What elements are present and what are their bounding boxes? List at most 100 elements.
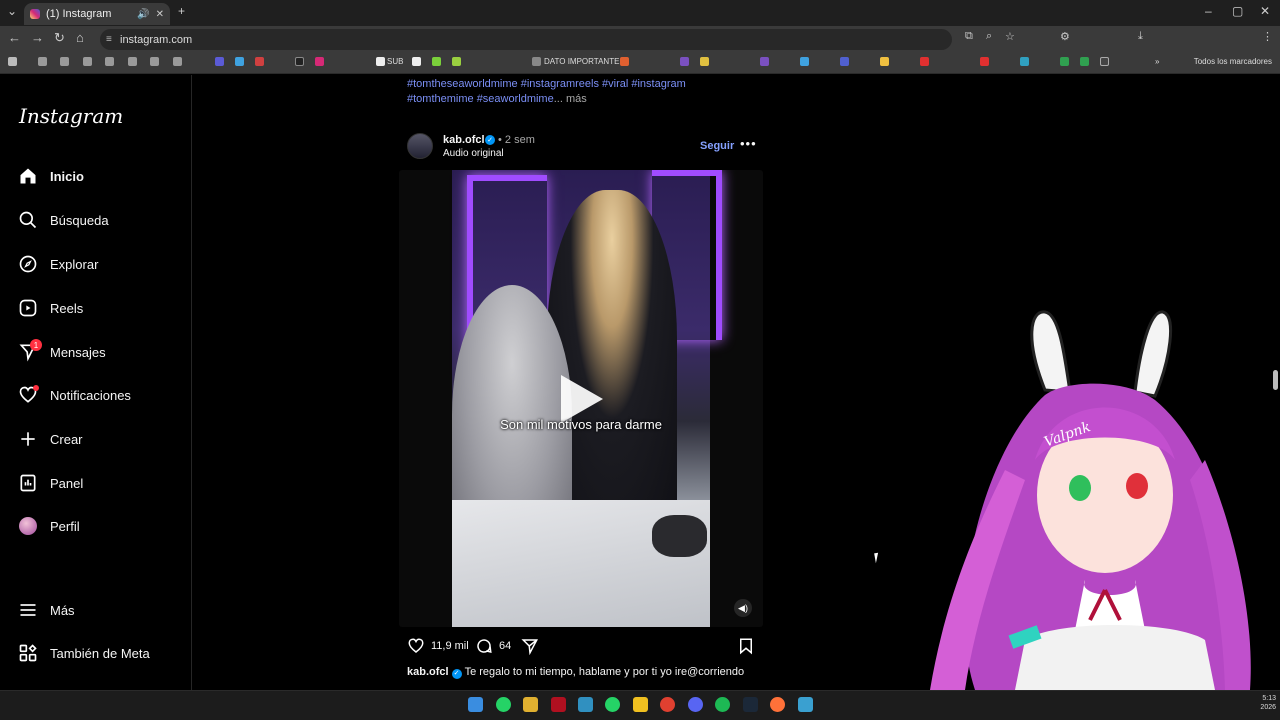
bookmark-icon[interactable] [800,57,809,66]
bookmark-folder-icon[interactable] [83,57,92,66]
close-tab-icon[interactable]: ✕ [156,9,164,20]
bookmark-icon[interactable] [980,57,989,66]
bookmark-folder-icon[interactable] [173,57,182,66]
app-icon[interactable] [578,697,593,712]
bookmark-icon[interactable] [235,57,244,66]
bookmark-icon[interactable] [840,57,849,66]
nav-profile[interactable]: Perfil [18,511,188,541]
more-options-icon[interactable]: ••• [740,136,757,151]
scrollbar-thumb[interactable] [1273,370,1278,390]
star-icon[interactable]: ☆ [1005,30,1015,43]
bookmark-icon[interactable] [376,57,385,66]
file-explorer-icon[interactable] [523,697,538,712]
site-info-icon[interactable]: ≡ [106,34,112,45]
tiktok-icon[interactable] [295,57,304,66]
browser-tab-instagram[interactable]: (1) Instagram 🔊 ✕ [24,3,170,25]
comment-button[interactable]: 64 [475,637,511,655]
steam-icon[interactable] [743,697,758,712]
like-button[interactable]: 11,9 mil [407,637,469,655]
more-link[interactable]: ... más [554,93,587,105]
bookmark-icon[interactable] [1080,57,1089,66]
apps-icon[interactable] [8,57,17,66]
nav-messages[interactable]: 1 Mensajes [18,337,188,367]
post-username[interactable]: kab.ofcl [443,134,485,146]
home-browser-icon[interactable]: ⌂ [76,30,84,45]
post-author-avatar[interactable] [407,133,433,159]
spotify-icon[interactable] [715,697,730,712]
bookmark-icon[interactable] [620,57,629,66]
post-audio[interactable]: Audio original [443,148,504,159]
reload-icon[interactable]: ↻ [54,30,65,46]
whatsapp-icon[interactable] [496,697,511,712]
system-clock[interactable]: 5:13 2026 [1260,694,1276,712]
audio-toggle-icon[interactable]: ◀) [734,599,752,617]
bookmark-sub[interactable]: SUB [387,57,403,66]
play-icon[interactable] [561,375,603,423]
bookmark-icon[interactable] [760,57,769,66]
all-bookmarks[interactable]: Todos los marcadores [1194,57,1272,66]
bookmark-folder-icon[interactable] [128,57,137,66]
bookmark-folder-icon[interactable] [38,57,47,66]
bookmark-icon[interactable] [1060,57,1069,66]
caption-username[interactable]: kab.ofcl [407,666,449,678]
firefox-icon[interactable] [770,697,785,712]
bookmark-icon[interactable] [452,57,461,66]
instagram-logo[interactable]: Instagram [19,104,123,128]
bookmark-icon[interactable] [532,57,541,66]
address-bar[interactable]: ≡ instagram.com [100,29,952,50]
app-icon[interactable] [798,697,813,712]
netflix-icon[interactable] [551,697,566,712]
sticky-notes-icon[interactable] [633,697,648,712]
start-icon[interactable] [468,697,483,712]
post-time[interactable]: • 2 sem [498,134,535,146]
discord-icon[interactable] [688,697,703,712]
reel-video[interactable]: Son mil motivos para darme ◀) [399,170,763,627]
new-tab-icon[interactable]: + [178,4,185,18]
nav-create[interactable]: Crear [18,424,188,454]
bookmark-icon[interactable] [700,57,709,66]
bookmark-icon[interactable] [680,57,689,66]
zoom-icon[interactable]: ⌕ [986,30,992,43]
extensions-icon[interactable]: ⚙ [1060,30,1070,43]
tab-search-icon[interactable]: ⌄ [7,4,17,18]
bookmark-dato-importante[interactable]: DATO IMPORTANTE [544,57,619,66]
bookmark-folder-icon[interactable] [105,57,114,66]
back-icon[interactable]: ← [8,30,21,45]
steam-bookmark-icon[interactable] [1100,57,1109,66]
maximize-icon[interactable]: ▢ [1232,4,1243,18]
nav-home[interactable]: Inicio [18,161,188,191]
bookmark-folder-icon[interactable] [150,57,159,66]
bookmark-icon[interactable] [920,57,929,66]
audio-playing-icon[interactable]: 🔊 [137,9,149,20]
download-icon[interactable]: ⤓ [1138,30,1143,43]
more-bookmarks-icon[interactable]: » [1155,57,1159,66]
bookmark-icon[interactable] [215,57,224,66]
bookmark-icon[interactable] [1020,57,1029,66]
follow-button[interactable]: Seguir [700,140,734,152]
bookmark-icon[interactable] [432,57,441,66]
nav-more[interactable]: Más [18,595,188,625]
share-button[interactable] [521,637,545,655]
save-button[interactable] [737,637,761,655]
hashtags-line[interactable]: #tomthemime #seaworldmime [407,93,554,105]
hashtags-line[interactable]: #tomtheseaworldmime #instagramreels #vir… [407,78,686,90]
nav-explore[interactable]: Explorar [18,249,188,279]
close-window-icon[interactable]: ✕ [1260,4,1270,18]
whatsapp-icon[interactable] [605,697,620,712]
bookmark-icon[interactable] [880,57,889,66]
bookmark-folder-icon[interactable] [60,57,69,66]
bookmark-icon[interactable] [412,57,421,66]
page-scrollbar[interactable] [1270,75,1280,690]
browser-menu-icon[interactable]: ⋮ [1262,30,1273,43]
minimize-icon[interactable]: – [1205,4,1212,18]
chrome-icon[interactable] [660,697,675,712]
nav-notifications[interactable]: Notificaciones [18,380,188,410]
bookmark-icon[interactable] [255,57,264,66]
forward-icon[interactable]: → [31,30,44,45]
instagram-bookmark-icon[interactable] [315,57,324,66]
nav-reels[interactable]: Reels [18,293,188,323]
nav-dashboard[interactable]: Panel [18,468,188,498]
install-app-icon[interactable]: ⧉ [965,30,973,43]
nav-search[interactable]: Búsqueda [18,205,188,235]
nav-also-from-meta[interactable]: También de Meta [18,638,188,668]
